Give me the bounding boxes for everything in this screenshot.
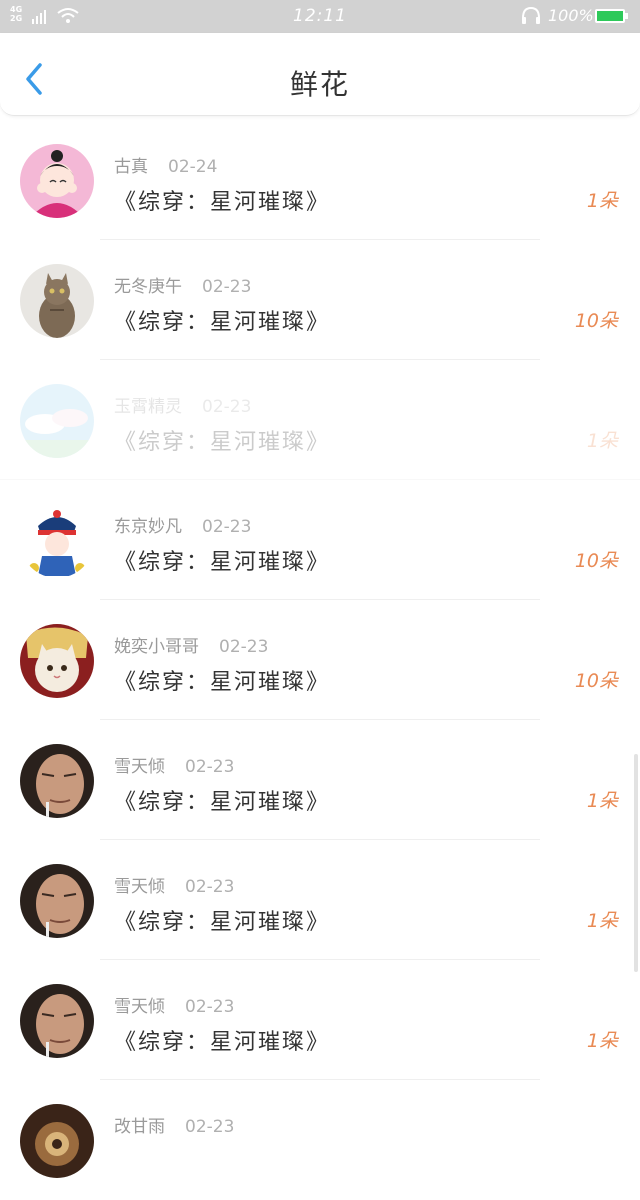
book-title: 《综穿：星河璀璨》 [114, 550, 331, 575]
battery-percent: 100% [548, 6, 594, 25]
nav-bar: 鲜花 [0, 33, 640, 116]
list-item[interactable]: 无冬庚午 02-23 《综穿：星河璀璨》 10朵 [0, 240, 640, 360]
sender-name: 古真 [114, 157, 148, 177]
sender-name: 东京妙凡 [114, 517, 182, 537]
book-title: 《综穿：星河璀璨》 [114, 430, 331, 455]
book-title: 《综穿：星河璀璨》 [114, 910, 331, 935]
avatar [20, 384, 94, 458]
sent-date: 02-23 [185, 997, 235, 1017]
status-time: 12:11 [293, 6, 347, 26]
scrollbar[interactable] [634, 754, 638, 972]
sender-name: 雪天倾 [114, 877, 165, 897]
sent-date: 02-23 [185, 877, 235, 897]
book-title: 《综穿：星河璀璨》 [114, 670, 331, 695]
book-title: 《综穿：星河璀璨》 [114, 1030, 331, 1055]
list-item[interactable]: 雪天倾 02-23 《综穿：星河璀璨》 1朵 [0, 840, 640, 960]
flower-count: 10朵 [574, 310, 618, 332]
flower-count: 1朵 [586, 910, 618, 932]
list-item[interactable]: 雪天倾 02-23 《综穿：星河璀璨》 1朵 [0, 720, 640, 840]
avatar [20, 144, 94, 218]
avatar [20, 864, 94, 938]
flower-count: 10朵 [574, 670, 618, 692]
flower-count: 10朵 [574, 550, 618, 572]
sender-name: 雪天倾 [114, 997, 165, 1017]
battery-tip [625, 13, 628, 19]
sender-name: 改甘雨 [114, 1117, 165, 1137]
sent-date: 02-23 [202, 397, 252, 417]
avatar [20, 264, 94, 338]
status-bar: 4G 2G 12:11 100% [0, 0, 640, 33]
sent-date: 02-23 [219, 637, 269, 657]
sent-date: 02-23 [185, 757, 235, 777]
list-item[interactable]: 雪天倾 02-23 《综穿：星河璀璨》 1朵 [0, 960, 640, 1080]
book-title: 《综穿：星河璀璨》 [114, 790, 331, 815]
sent-date: 02-23 [202, 277, 252, 297]
sent-date: 02-23 [202, 517, 252, 537]
avatar [20, 624, 94, 698]
avatar [20, 744, 94, 818]
sender-name: 雪天倾 [114, 757, 165, 777]
page-title: 鲜花 [289, 68, 350, 101]
sent-date: 02-24 [168, 157, 218, 177]
flower-list: 古真 02-24 《综穿：星河璀璨》 1朵 无冬庚午 02-23 《综穿：星河璀璨》… [0, 120, 640, 1200]
avatar [20, 984, 94, 1058]
flower-count: 1朵 [586, 190, 618, 212]
flower-count: 1朵 [586, 790, 618, 812]
sent-date: 02-23 [185, 1117, 235, 1137]
flower-count: 1朵 [586, 430, 618, 452]
book-title: 《综穿：星河璀璨》 [114, 190, 331, 215]
sender-name: 玉霄精灵 [114, 397, 182, 417]
list-item[interactable]: 娩奕小哥哥 02-23 《综穿：星河璀璨》 10朵 [0, 600, 640, 720]
battery-icon [595, 9, 625, 23]
sender-name: 娩奕小哥哥 [114, 637, 199, 657]
sender-name: 无冬庚午 [114, 277, 182, 297]
list-item[interactable]: 玉霄精灵 02-23 《综穿：星河璀璨》 1朵 [0, 360, 640, 480]
avatar [20, 504, 94, 578]
avatar [20, 1104, 94, 1178]
list-item[interactable]: 改甘雨 02-23 [0, 1080, 640, 1200]
headset-icon [522, 6, 540, 24]
list-item[interactable]: 东京妙凡 02-23 《综穿：星河璀璨》 10朵 [0, 480, 640, 600]
flower-count: 1朵 [586, 1030, 618, 1052]
list-item[interactable]: 古真 02-24 《综穿：星河璀璨》 1朵 [0, 120, 640, 240]
book-title: 《综穿：星河璀璨》 [114, 310, 331, 335]
